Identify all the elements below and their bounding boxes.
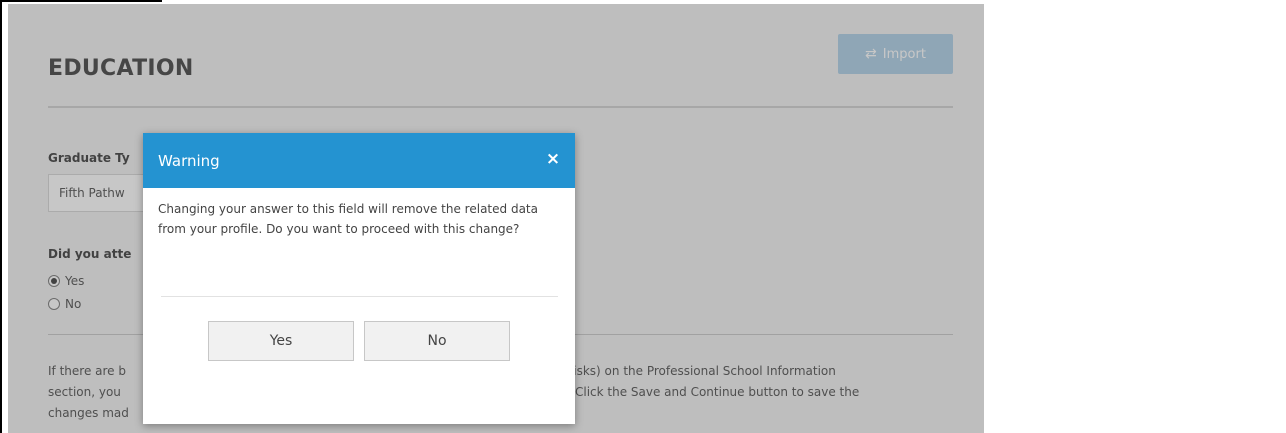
dialog-message: Changing your answer to this field will … <box>158 202 538 236</box>
warning-dialog: Warning × Changing your answer to this f… <box>143 133 575 424</box>
dialog-title: Warning <box>158 152 220 170</box>
window-top-tab-line <box>0 0 162 2</box>
dialog-header: Warning × <box>143 133 575 188</box>
window-left-border <box>0 0 2 433</box>
dialog-divider <box>161 296 558 297</box>
confirm-no-button[interactable]: No <box>364 321 510 361</box>
confirm-yes-button[interactable]: Yes <box>208 321 354 361</box>
close-icon[interactable]: × <box>543 149 563 169</box>
